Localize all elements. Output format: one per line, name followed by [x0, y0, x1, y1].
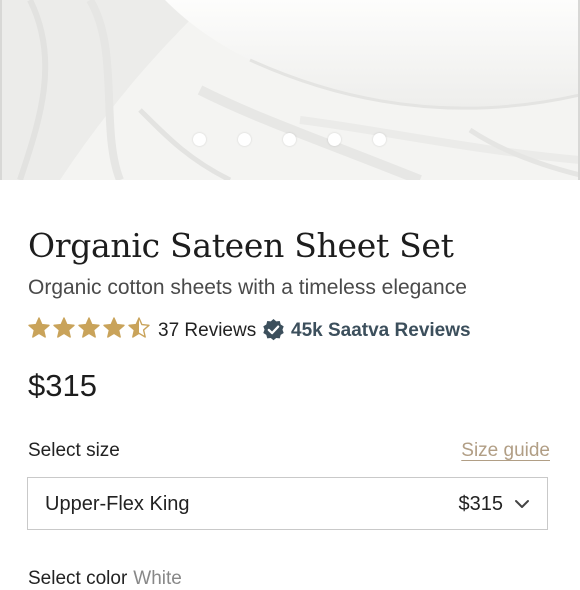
size-guide-link[interactable]: Size guide — [461, 440, 550, 462]
carousel-dot-1[interactable] — [193, 133, 206, 146]
color-value: White — [133, 568, 182, 589]
star-full-icon — [53, 317, 75, 338]
sheet-photo — [0, 0, 580, 180]
carousel-dot-3[interactable] — [283, 133, 296, 146]
size-select[interactable]: Upper-Flex King $315 — [27, 477, 548, 530]
star-half-icon — [128, 317, 150, 338]
image-border-left — [0, 0, 2, 180]
chevron-down-icon — [515, 500, 529, 508]
star-full-icon — [103, 317, 125, 338]
product-image-carousel[interactable] — [0, 0, 580, 180]
star-full-icon — [28, 317, 50, 338]
color-label: Select color — [28, 568, 128, 589]
size-label: Select size — [28, 440, 120, 461]
product-title: Organic Sateen Sheet Set — [28, 226, 454, 265]
carousel-dot-2[interactable] — [238, 133, 251, 146]
carousel-dot-4[interactable] — [328, 133, 341, 146]
saatva-reviews-link[interactable]: 45k Saatva Reviews — [291, 320, 471, 342]
reviews-link[interactable]: 37 Reviews — [158, 320, 256, 342]
carousel-dots — [0, 133, 580, 147]
product-subtitle: Organic cotton sheets with a timeless el… — [28, 276, 467, 299]
size-selected-price: $315 — [458, 493, 504, 515]
star-full-icon — [78, 317, 100, 338]
color-row: Select color White — [28, 568, 182, 590]
verified-badge-icon — [263, 319, 284, 341]
carousel-dot-5[interactable] — [373, 133, 386, 146]
product-price: $315 — [28, 368, 97, 403]
size-selected-value: Upper-Flex King — [45, 493, 190, 515]
rating-row: 37 Reviews 45k Saatva Reviews — [27, 316, 557, 344]
